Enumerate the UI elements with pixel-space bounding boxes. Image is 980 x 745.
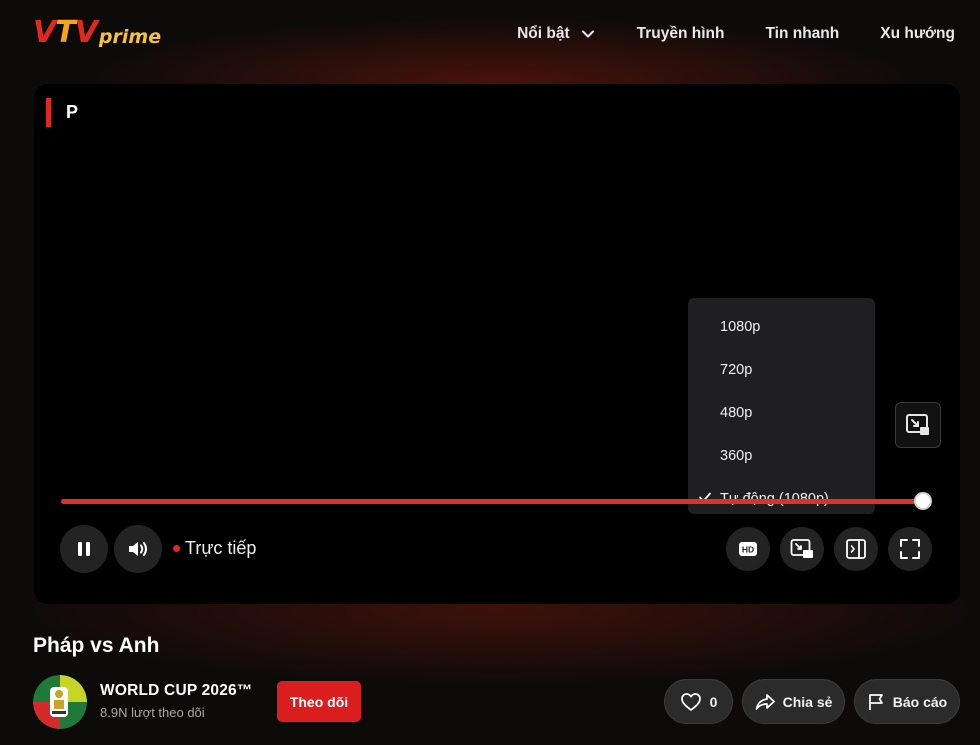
nav-item-xu-huong[interactable]: Xu hướng [880,22,955,46]
fullscreen-icon [900,539,920,559]
share-button[interactable]: Chia sẻ [742,679,845,724]
logo-vtv-text: VTV [33,15,98,50]
sidebar-toggle-button[interactable] [834,527,878,571]
logo-prime-text: prime [98,26,162,48]
top-header: VTV prime Nổi bật Truyền hình Tin nhanh … [0,0,980,70]
share-icon [755,693,775,710]
vtv-prime-logo[interactable]: VTV prime [33,14,161,50]
sidebar-toggle-icon [846,539,866,559]
quality-option-720p[interactable]: 720p [688,348,875,391]
share-label: Chia sẻ [782,693,833,710]
flag-icon [868,693,883,710]
live-label: Trực tiếp [185,538,257,558]
quality-option-1080p[interactable]: 1080p [688,305,875,348]
player-title: P [66,102,79,122]
report-button[interactable]: Báo cáo [854,679,960,724]
quality-option-label: 720p [720,361,753,378]
quality-option-480p[interactable]: 480p [688,391,875,434]
pause-button[interactable] [60,525,108,573]
video-title: Pháp vs Anh [33,634,160,657]
channel-avatar[interactable] [33,675,87,729]
svg-text:HD: HD [742,545,754,555]
pip-exit-button[interactable] [895,402,941,448]
channel-name[interactable]: WORLD CUP 2026™ [100,682,253,700]
quality-option-label: 480p [720,404,753,421]
quality-button[interactable]: HD [726,527,770,571]
live-dot [173,545,180,552]
world-cup-logo-icon [33,675,87,729]
quality-option-label: 1080p [720,318,761,335]
live-indicator: Trực tiếp [173,538,256,559]
hd-icon: HD [739,542,757,556]
picture-in-picture-icon [790,539,813,558]
video-player[interactable]: P 1080p 720p 480p 360p Tự động (1080p) T… [34,84,960,604]
chevron-down-icon [581,30,594,38]
quality-option-360p[interactable]: 360p [688,434,875,477]
quality-menu: 1080p 720p 480p 360p Tự động (1080p) [688,298,875,514]
report-label: Báo cáo [892,693,948,710]
progress-fill [61,499,923,504]
nav-item-noi-bat[interactable]: Nổi bật [517,22,596,46]
heart-icon [680,692,701,711]
nav-item-label: Nổi bật [517,25,570,42]
nav-item-tin-nhanh[interactable]: Tin nhanh [765,22,839,46]
fullscreen-button[interactable] [888,527,932,571]
follow-button[interactable]: Theo dõi [277,681,361,722]
picture-in-picture-exit-icon [906,414,929,435]
progress-bar[interactable] [61,499,923,504]
progress-thumb[interactable] [914,492,932,510]
pause-icon [78,542,90,556]
nav-item-truyen-hinh[interactable]: Truyền hình [637,22,725,46]
title-accent-bar [46,98,51,127]
like-count: 0 [709,693,718,710]
volume-button[interactable] [114,525,162,573]
like-button[interactable]: 0 [664,679,733,724]
subscriber-count: 8.9N lượt theo dõi [100,705,205,720]
main-nav: Nổi bật Truyền hình Tin nhanh Xu hướng [476,22,955,46]
pip-button[interactable] [780,527,824,571]
quality-option-label: 360p [720,447,753,464]
volume-icon [129,542,147,556]
